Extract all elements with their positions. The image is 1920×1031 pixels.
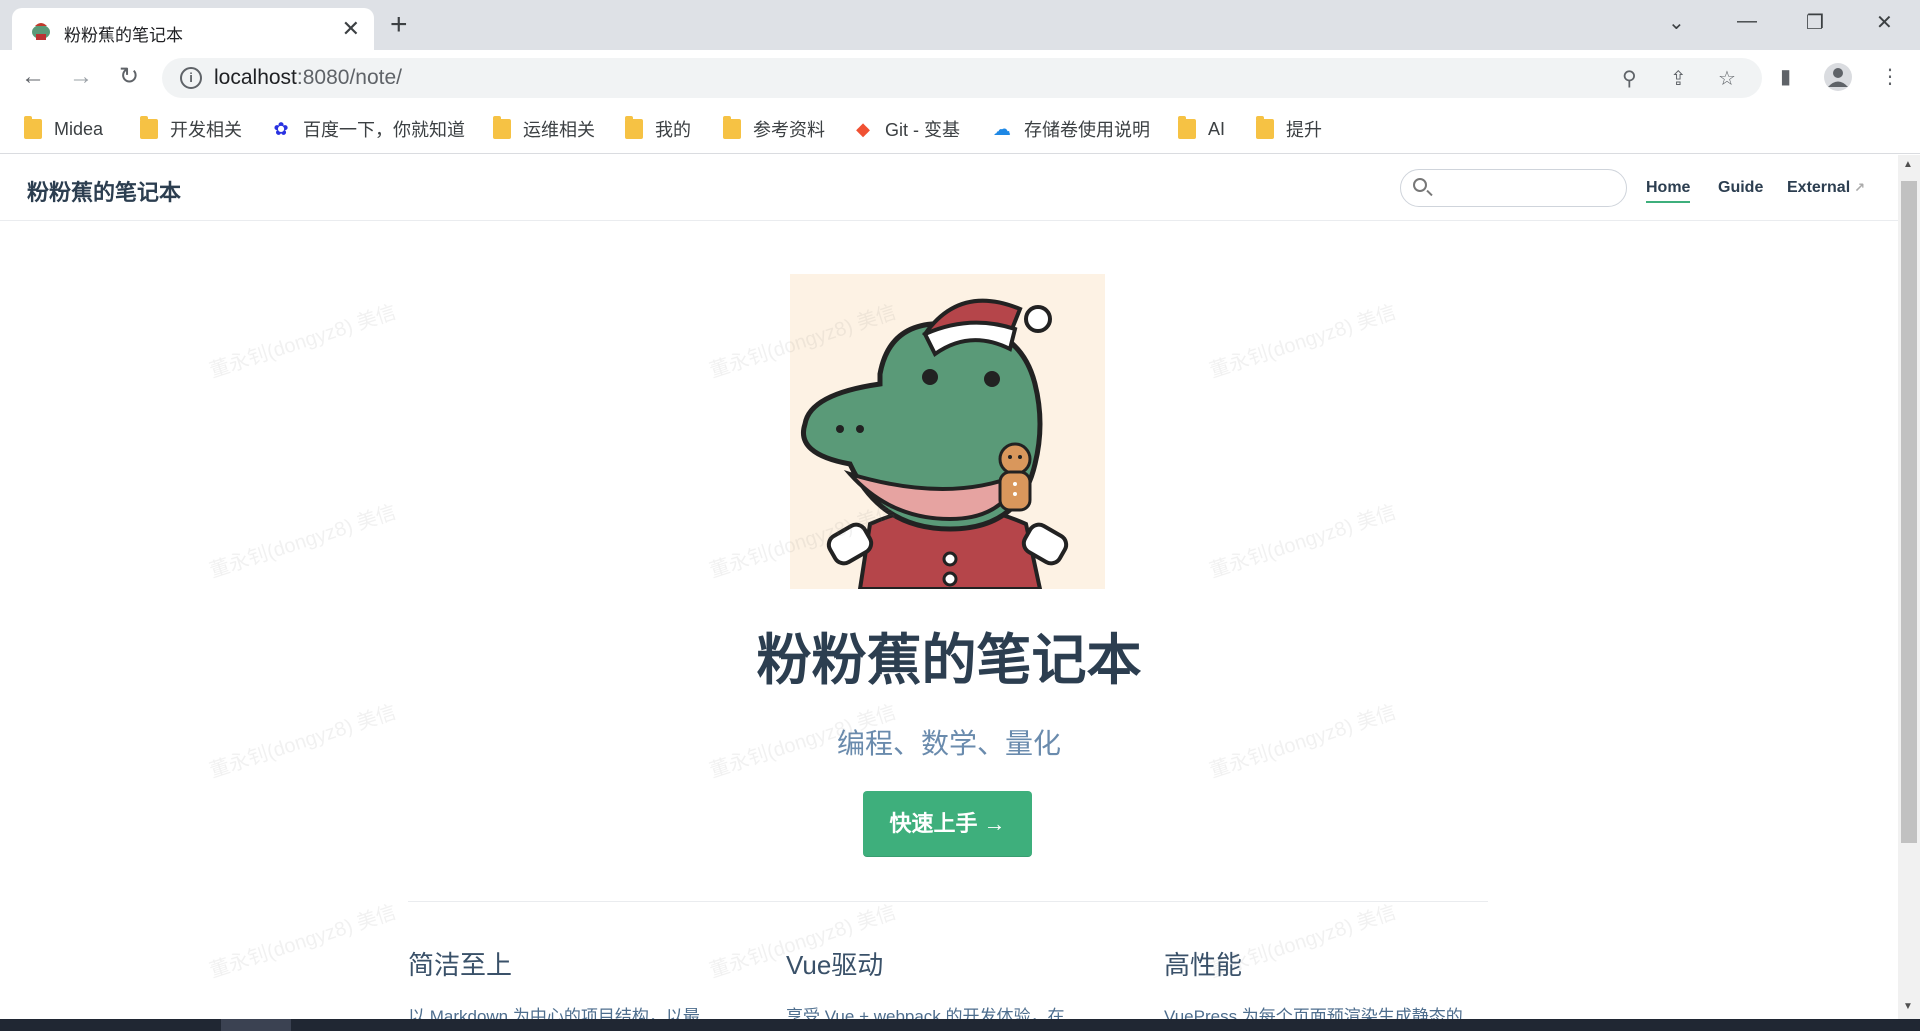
feature-title: Vue驱动 (786, 950, 884, 980)
search-box[interactable] (1400, 169, 1627, 207)
tab-close-icon[interactable]: ✕ (342, 16, 360, 42)
bookmarks-bar: Midea 开发相关 ✿ 百度一下，你就知道 运维相关 我的 参考资料 ◆ Git … (0, 106, 1920, 154)
bookmark-item[interactable]: 运维相关 (493, 116, 595, 142)
feature-card: 高性能 VuePress 为每个页面预渲染生成静态的 (1164, 945, 1494, 1021)
nav-link-guide[interactable]: Guide (1718, 179, 1763, 197)
cloud-icon: ☁ (993, 119, 1011, 139)
os-taskbar (0, 1019, 1920, 1031)
folder-icon (625, 116, 643, 139)
tab-title: 粉粉蕉的笔记本 (64, 26, 183, 45)
site-info-icon[interactable]: i (180, 67, 202, 89)
reload-icon[interactable]: ↻ (114, 62, 144, 92)
address-bar[interactable]: i localhost:8080/note/ ⚲ ⇪ ☆ (162, 58, 1762, 98)
feature-title: 简洁至上 (408, 950, 513, 980)
search-input[interactable] (1437, 174, 1617, 202)
git-icon: ◆ (856, 119, 870, 139)
folder-icon (140, 116, 158, 139)
external-link-icon: ↗ (1854, 180, 1866, 195)
browser-toolbar: ← → ↻ i localhost:8080/note/ ⚲ ⇪ ☆ ▮ ⋮ (0, 50, 1920, 106)
new-tab-button[interactable]: + (390, 10, 408, 40)
crocodile-favicon-icon (32, 23, 50, 40)
nav-link-home[interactable]: Home (1646, 179, 1691, 203)
browser-tab-strip: 粉粉蕉的笔记本 ✕ + ⌄ — ❐ ✕ (0, 0, 1920, 50)
bookmark-star-icon[interactable]: ☆ (1718, 66, 1736, 91)
hero-description: 编程、数学、量化 (836, 728, 1061, 759)
bookmark-item[interactable]: ☁ 存储卷使用说明 (992, 116, 1150, 142)
site-navbar: 粉粉蕉的笔记本 Home Guide External ↗ (0, 155, 1898, 221)
bookmark-item[interactable]: ✿ 百度一下，你就知道 (271, 116, 465, 142)
nav-link-external[interactable]: External ↗ (1787, 179, 1865, 197)
page-content: 粉粉蕉的笔记本 Home Guide External ↗ 粉粉蕉的笔记本 编程… (0, 155, 1898, 1021)
hero-image (790, 274, 1105, 589)
feature-title: 高性能 (1164, 950, 1243, 980)
watermark: 董永钊(dongyz8) 美信 (1207, 501, 1399, 583)
minimize-icon[interactable]: — (1737, 10, 1757, 33)
browser-tab[interactable]: 粉粉蕉的笔记本 ✕ (12, 8, 374, 50)
restore-icon[interactable]: ❐ (1806, 10, 1824, 35)
hero-title: 粉粉蕉的笔记本 (756, 629, 1142, 691)
scroll-down-icon[interactable]: ▼ (1903, 1001, 1913, 1012)
tab-search-icon[interactable]: ⌄ (1668, 10, 1685, 35)
baidu-paw-icon: ✿ (273, 119, 289, 139)
watermark: 董永钊(dongyz8) 美信 (207, 301, 399, 383)
bookmark-item[interactable]: 参考资料 (723, 116, 825, 142)
search-icon (1413, 178, 1427, 192)
share-icon[interactable]: ⇪ (1670, 66, 1687, 91)
forward-icon[interactable]: → (66, 62, 96, 92)
folder-icon (24, 116, 42, 139)
feature-card: Vue驱动 享受 Vue + webpack 的开发体验，在 (786, 945, 1116, 1021)
get-started-button[interactable]: 快速上手 → (863, 791, 1032, 857)
scroll-up-icon[interactable]: ▲ (1903, 159, 1913, 170)
features-divider (408, 901, 1488, 902)
folder-icon (1178, 116, 1196, 139)
folder-icon (493, 116, 511, 139)
profile-avatar-icon[interactable] (1823, 62, 1853, 92)
bookmark-item[interactable]: ◆ Git - 变基 (853, 116, 960, 142)
back-icon[interactable]: ← (18, 62, 48, 92)
bookmark-item[interactable]: 开发相关 (140, 116, 242, 142)
watermark: 董永钊(dongyz8) 美信 (207, 901, 399, 983)
watermark: 董永钊(dongyz8) 美信 (207, 501, 399, 583)
vertical-scrollbar[interactable]: ▲ ▼ (1898, 155, 1920, 1021)
watermark: 董永钊(dongyz8) 美信 (1207, 301, 1399, 383)
url-text[interactable]: localhost:8080/note/ (214, 66, 402, 90)
folder-icon (723, 116, 741, 139)
site-name[interactable]: 粉粉蕉的笔记本 (27, 175, 181, 207)
folder-icon (1256, 116, 1274, 139)
bookmark-item[interactable]: Midea (24, 116, 103, 142)
scrollbar-thumb[interactable] (1901, 181, 1917, 843)
bookmark-item[interactable]: 我的 (625, 116, 691, 142)
taskbar-active-item[interactable] (221, 1019, 291, 1031)
menu-kebab-icon[interactable]: ⋮ (1880, 64, 1900, 89)
bookmark-item[interactable]: AI (1178, 116, 1225, 142)
zoom-icon[interactable]: ⚲ (1622, 66, 1637, 91)
window-close-icon[interactable]: ✕ (1876, 10, 1893, 35)
side-panel-icon[interactable]: ▮ (1780, 64, 1791, 89)
bookmark-item[interactable]: 提升 (1256, 116, 1322, 142)
feature-card: 简洁至上 以 Markdown 为中心的项目结构，以最 (408, 945, 738, 1021)
